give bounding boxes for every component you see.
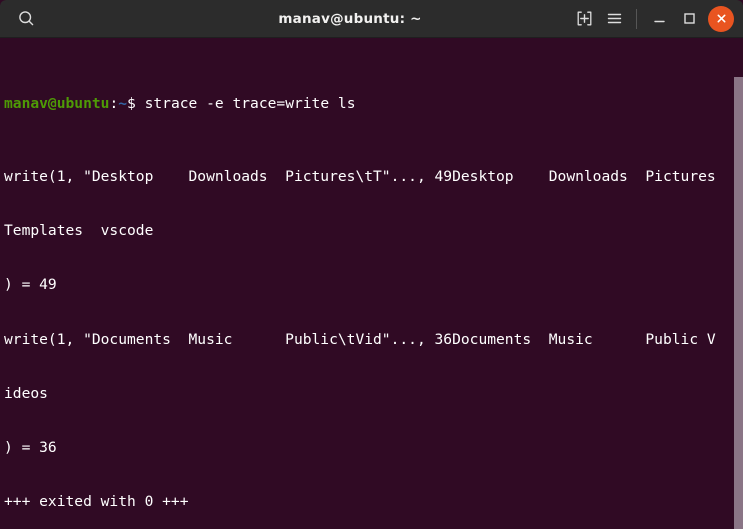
prompt-user-host: manav@ubuntu <box>4 95 110 113</box>
close-icon[interactable] <box>708 5 734 32</box>
titlebar: manav@ubuntu: ~ <box>0 0 743 38</box>
command-text: strace -e trace=write ls <box>135 95 356 113</box>
titlebar-divider <box>636 8 637 29</box>
terminal-line-prompt-command: manav@ubuntu:~$ strace -e trace=write ls <box>4 95 743 113</box>
terminal-output-line: write(1, "Documents Music Public\tVid"..… <box>4 330 716 348</box>
terminal-screen[interactable]: manav@ubuntu:~$ strace -e trace=write ls… <box>2 41 743 529</box>
terminal-output-line: +++ exited with 0 +++ <box>4 493 189 511</box>
scrollbar-thumb[interactable] <box>734 77 743 529</box>
terminal-output-line: ) = 49 <box>4 276 57 294</box>
titlebar-right-group <box>569 4 743 34</box>
search-icon[interactable] <box>11 4 41 34</box>
terminal-output-line: ideos <box>4 384 48 402</box>
prompt-sigil: $ <box>127 95 136 113</box>
window-title: manav@ubuntu: ~ <box>278 10 422 27</box>
terminal-output-line: write(1, "Desktop Downloads Pictures\tT"… <box>4 167 716 185</box>
terminal-body[interactable]: manav@ubuntu:~$ strace -e trace=write ls… <box>0 38 743 529</box>
hamburger-menu-icon[interactable] <box>599 4 629 34</box>
titlebar-left-group <box>0 4 131 34</box>
minimize-icon[interactable] <box>644 4 674 34</box>
terminal-window: manav@ubuntu: ~ manav@ubuntu:~$ strace -… <box>0 0 743 529</box>
new-tab-icon[interactable] <box>569 4 599 34</box>
prompt-colon: : <box>109 95 119 113</box>
terminal-output-line: Templates vscode <box>4 221 154 239</box>
maximize-icon[interactable] <box>674 4 704 34</box>
prompt-path: ~ <box>118 95 128 113</box>
terminal-output-line: ) = 36 <box>4 439 57 457</box>
scrollbar[interactable] <box>734 76 743 529</box>
